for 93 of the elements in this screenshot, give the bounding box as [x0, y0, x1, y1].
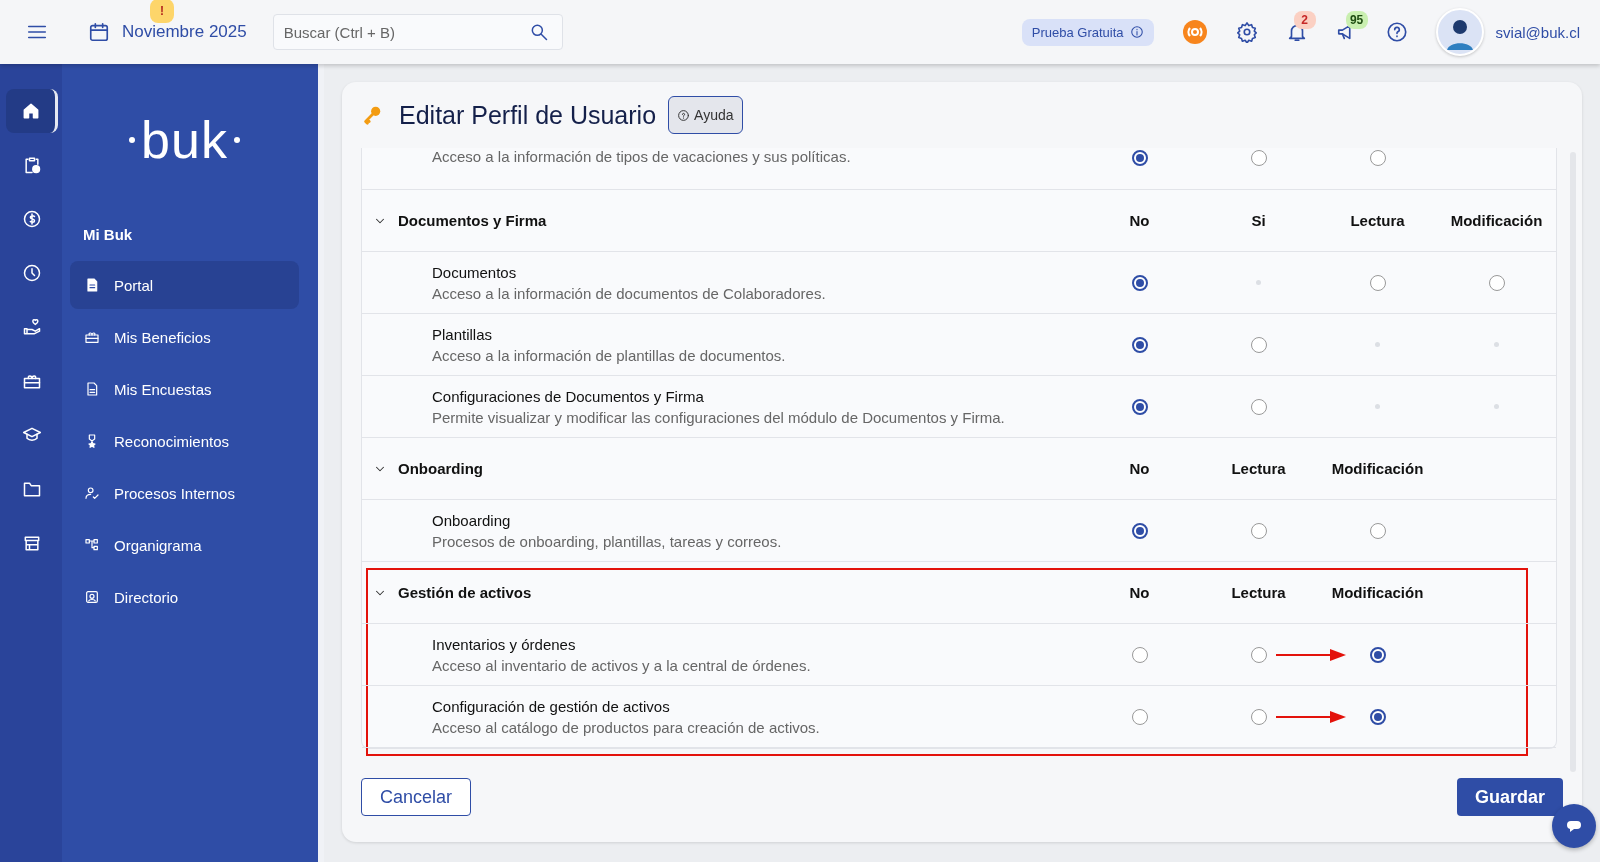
month-label[interactable]: Noviembre 2025 [122, 22, 247, 42]
contact-card-icon [84, 589, 100, 605]
chat-button[interactable] [1552, 804, 1596, 848]
radio-button[interactable] [1369, 274, 1386, 291]
page-title: Editar Perfil de Usuario [399, 100, 657, 130]
gift-icon [84, 329, 100, 345]
column-header: No [1128, 584, 1151, 601]
alert-badge: ! [150, 0, 174, 23]
column-header: Si [1250, 212, 1267, 229]
chat-bubble-icon [1566, 820, 1582, 832]
permission-name: Configuraciones de Documentos y Firma [432, 387, 705, 405]
radio-button[interactable] [1250, 398, 1267, 415]
search-field[interactable]: Buscar (Ctrl + B) [272, 14, 563, 50]
sidebar-item[interactable]: Mis Beneficios [70, 313, 299, 361]
org-chart-icon [84, 537, 100, 553]
column-header: Modificación [1330, 584, 1425, 601]
avatar-silhouette[interactable] [1435, 8, 1484, 56]
radio-button[interactable] [1250, 522, 1267, 539]
radio-button[interactable] [1250, 646, 1267, 663]
unavailable-dot [1375, 342, 1380, 347]
nav-rail-item[interactable] [6, 89, 58, 133]
radio-button[interactable] [1131, 398, 1148, 415]
permission-description: Acceso a la información de tipos de vacaciones y sus políticas. [432, 148, 852, 165]
notification-badge: 2 [1293, 11, 1316, 29]
radio-button[interactable] [1250, 336, 1267, 353]
key-icon [361, 104, 383, 126]
radio-button[interactable] [1488, 274, 1505, 291]
save-button[interactable]: Guardar [1456, 778, 1563, 816]
radio-button[interactable] [1369, 150, 1386, 166]
column-header: Lectura [1230, 460, 1287, 477]
group-title: Documentos y Firma [398, 212, 548, 229]
info-icon [1129, 25, 1144, 39]
sidebar-item[interactable]: Procesos Internos [70, 469, 299, 517]
cancel-button[interactable]: Cancelar [361, 778, 472, 816]
column-header: No [1128, 212, 1151, 229]
column-header: Modificación [1449, 212, 1544, 229]
folder-icon [22, 479, 42, 499]
sidebar-item[interactable]: Portal [70, 261, 299, 309]
announcement-badge: 95 [1345, 11, 1368, 29]
radio-button[interactable] [1369, 708, 1386, 725]
radio-button[interactable] [1131, 646, 1148, 663]
sidebar-item[interactable]: Organigrama [70, 521, 299, 569]
column-header: Modificación [1330, 460, 1425, 477]
permission-name: Inventarios y órdenes [432, 635, 577, 653]
radio-button[interactable] [1369, 522, 1386, 539]
permission-description: Acceso al catálogo de productos para creación de activos. [432, 718, 821, 736]
unavailable-dot [1256, 280, 1261, 285]
help-icon [677, 108, 691, 122]
broadcast-icon[interactable] [1181, 19, 1208, 45]
person-check-icon [84, 485, 100, 501]
free-trial-button[interactable]: Prueba Gratuita [1021, 18, 1154, 46]
permission-name: Onboarding [432, 511, 512, 529]
user-email[interactable]: svial@buk.cl [1495, 23, 1580, 41]
group-title: Gestión de activos [398, 584, 533, 601]
sidebar-item[interactable]: Reconocimientos [70, 417, 299, 465]
sidebar-item[interactable]: Mis Encuestas [70, 365, 299, 413]
radio-button[interactable] [1131, 150, 1148, 166]
store-icon [22, 533, 42, 553]
help-icon [1385, 21, 1408, 43]
column-header: Lectura [1349, 212, 1406, 229]
radio-button[interactable] [1369, 646, 1386, 663]
permission-description: Permite visualizar y modificar las configuraciones del módulo de Documentos y Firma. [432, 408, 1006, 426]
unavailable-dot [1494, 404, 1499, 409]
permission-name: Configuración de gestión de activos [432, 697, 671, 715]
unavailable-dot [1494, 342, 1499, 347]
clock-icon [22, 263, 42, 283]
permission-description: Procesos de onboarding, plantillas, tareas y correos. [432, 532, 783, 550]
document-icon [84, 277, 100, 293]
radio-button[interactable] [1131, 708, 1148, 725]
permission-description: Acceso a la información de documentos de Colaboradores. [432, 284, 827, 302]
buk-logo: buk [129, 114, 240, 166]
document-icon [84, 381, 100, 397]
unavailable-dot [1375, 404, 1380, 409]
radio-button[interactable] [1131, 336, 1148, 353]
permission-name: Plantillas [432, 325, 494, 343]
section-heading: Mi Buk [83, 226, 134, 243]
permission-description: Acceso a la información de plantillas de documentos. [432, 346, 787, 364]
help-button[interactable]: Ayuda [668, 96, 743, 134]
settings-icon [1235, 21, 1258, 43]
radio-button[interactable] [1131, 274, 1148, 291]
radio-button[interactable] [1250, 708, 1267, 725]
dollar-icon [22, 209, 42, 229]
sidebar-item[interactable]: Directorio [70, 573, 299, 621]
group-title: Onboarding [398, 460, 484, 477]
radio-button[interactable] [1250, 150, 1267, 166]
calendar-icon [88, 21, 110, 43]
clipboard-clock-icon [22, 155, 42, 175]
permission-description: Acceso al inventario de activos y a la central de órdenes. [432, 656, 812, 674]
column-header: Lectura [1230, 584, 1287, 601]
radio-button[interactable] [1131, 522, 1148, 539]
permission-name: Documentos [432, 263, 518, 281]
hand-heart-icon [22, 317, 42, 337]
column-header: No [1128, 460, 1151, 477]
